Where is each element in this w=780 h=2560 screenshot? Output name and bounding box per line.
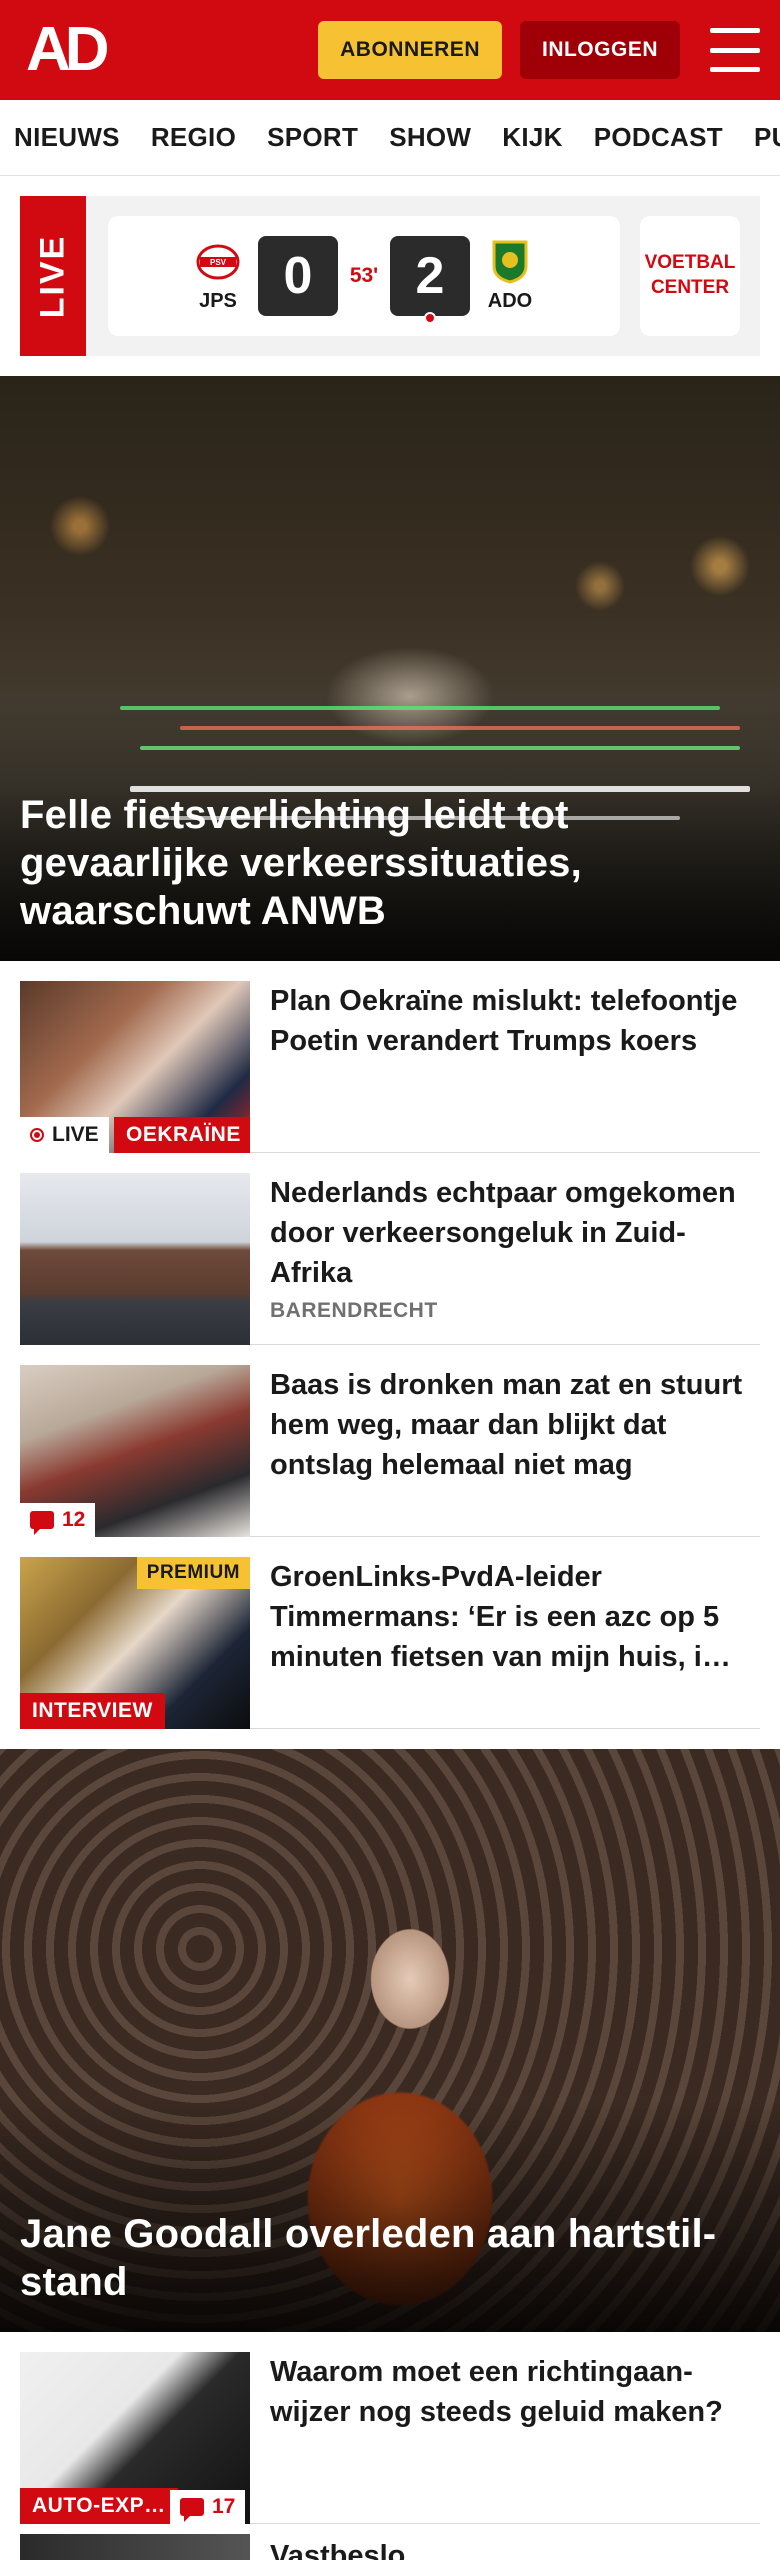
login-button[interactable]: INLOGGEN (519, 21, 680, 79)
away-score-value: 2 (415, 247, 445, 305)
article-thumbnail: AUTO-EXP… 17 (20, 2352, 250, 2524)
live-badge-label: LIVE (52, 1123, 99, 1146)
live-badge: LIVE (20, 1117, 109, 1153)
category-tag: INTERVIEW (20, 1693, 165, 1729)
category-tag: OEKRAÏNE (114, 1117, 250, 1153)
article-text: Waarom moet een richtingaan­wijzer nog s… (250, 2352, 760, 2503)
away-team-name: ADO (487, 289, 533, 312)
comment-count: 12 (62, 1508, 86, 1531)
score-card[interactable]: PSV JPS 0 53' 2 ADO (108, 216, 620, 336)
match-minute: 53' (349, 264, 379, 287)
article-title: Plan Oekraïne mislukt: telefoon­tje Poet… (270, 985, 738, 1058)
ad-logo[interactable]: AD (26, 19, 110, 81)
list-item[interactable]: AUTO-EXP… 17 Waarom moet een richtingaan… (20, 2332, 760, 2524)
nav-item-regio[interactable]: REGIO (151, 122, 236, 153)
article-location: BARENDRECHT (270, 1299, 438, 1323)
ado-crest-icon (488, 240, 532, 284)
home-team-name: JPS (199, 289, 237, 312)
live-scoreboard: LIVE PSV JPS 0 53' 2 ADO VOETBAL CENTER (20, 196, 760, 356)
article-title: Baas is dronken man zat en stuurt hem we… (270, 1369, 743, 1482)
hero-article-jane-goodall[interactable]: Jane Goodall overleden aan hartstil­stan… (0, 1749, 780, 2332)
psv-crest-icon: PSV (196, 240, 240, 284)
list-item[interactable]: PREMIUM INTERVIEW GroenLinks-PvdA-leider… (20, 1537, 760, 1729)
away-score: 2 (390, 236, 470, 324)
article-thumbnail (20, 1173, 250, 1345)
nav-item-sport[interactable]: SPORT (267, 122, 358, 153)
list-item[interactable]: 12 Baas is dronken man zat en stuurt hem… (20, 1345, 760, 1537)
article-text: Nederlands echtpaar omgekomen door verke… (250, 1173, 760, 1324)
hero-title: Jane Goodall overleden aan hartstil­stan… (20, 2212, 717, 2304)
hamburger-menu-icon[interactable] (710, 28, 760, 72)
hero-article-cyclist-lights[interactable]: Felle fietsverlichting leidt tot gevaarl… (0, 376, 780, 961)
comment-count: 17 (212, 2495, 236, 2518)
premium-badge: PREMIUM (136, 1557, 250, 1589)
list-item[interactable]: Nederlands echtpaar omgekomen door verke… (20, 1153, 760, 1345)
nav-item-nieuws[interactable]: NIEUWS (14, 122, 120, 153)
live-dot-icon (30, 1128, 44, 1142)
article-list-1: LIVE OEKRAÏNE Plan Oekraïne mislukt: tel… (0, 961, 780, 1729)
nav-item-show[interactable]: SHOW (389, 122, 471, 153)
away-team: ADO (470, 240, 550, 313)
hamburger-line (710, 47, 760, 53)
article-title: GroenLinks-PvdA-leider Timmermans: ‘Er i… (270, 1561, 731, 1674)
nav-item-kijk[interactable]: KIJK (502, 122, 562, 153)
article-thumbnail: 12 (20, 1365, 250, 1537)
nav-item-puzzel[interactable]: PUZZ (754, 122, 780, 153)
article-title: Vastbeslo… (270, 2540, 435, 2560)
live-label: LIVE (33, 234, 72, 318)
category-tag: AUTO-EXP… (20, 2488, 178, 2524)
comment-icon (30, 1511, 54, 1535)
article-thumbnail (20, 2534, 250, 2560)
home-team: PSV JPS (178, 240, 258, 313)
article-text: GroenLinks-PvdA-leider Timmermans: ‘Er i… (250, 1557, 760, 1708)
site-header: AD ABONNEREN INLOGGEN (0, 0, 780, 100)
next-article-peek[interactable]: Vastbeslo… (20, 2524, 760, 2560)
subscribe-button[interactable]: ABONNEREN (318, 21, 502, 79)
hamburger-line (710, 28, 760, 33)
list-item[interactable]: LIVE OEKRAÏNE Plan Oekraïne mislukt: tel… (20, 961, 760, 1153)
hamburger-line (710, 67, 760, 72)
main-nav: NIEUWS REGIO SPORT SHOW KIJK PODCAST PUZ… (0, 100, 780, 176)
svg-text:PSV: PSV (210, 258, 227, 267)
light-streak (120, 706, 720, 710)
home-score-value: 0 (283, 247, 313, 305)
nav-item-podcast[interactable]: PODCAST (594, 122, 723, 153)
article-thumbnail: PREMIUM INTERVIEW (20, 1557, 250, 1729)
live-label-bar: LIVE (20, 196, 86, 356)
article-text: Plan Oekraïne mislukt: telefoon­tje Poet… (250, 981, 760, 1132)
light-streak (140, 746, 740, 750)
article-text: Baas is dronken man zat en stuurt hem we… (250, 1365, 760, 1516)
comment-count-badge: 17 (170, 2490, 246, 2524)
article-title: Waarom moet een richtingaan­wijzer nog s… (270, 2356, 723, 2429)
comment-count-badge: 12 (20, 1503, 96, 1537)
latest-goal-dot (424, 312, 436, 324)
home-score: 0 (258, 236, 338, 316)
football-center-link[interactable]: VOETBAL CENTER (640, 216, 740, 336)
comment-icon (180, 2498, 204, 2522)
article-thumbnail: LIVE OEKRAÏNE (20, 981, 250, 1153)
article-title: Nederlands echtpaar omgekomen door verke… (270, 1177, 736, 1290)
light-streak (180, 726, 740, 730)
article-list-2: AUTO-EXP… 17 Waarom moet een richtingaan… (0, 2332, 780, 2524)
hero-title: Felle fietsverlichting leidt tot gevaarl… (20, 793, 582, 933)
